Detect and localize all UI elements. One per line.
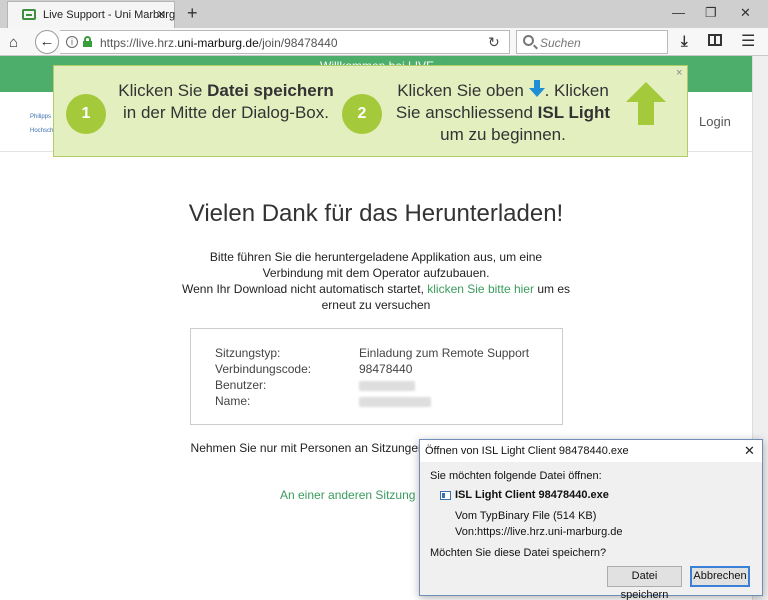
lock-icon[interactable] — [83, 36, 92, 47]
connection-code-value: 98478440 — [359, 362, 413, 376]
save-file-button[interactable]: Datei speichern — [607, 566, 682, 600]
dialog-body: Sie möchten folgende Datei öffnen: ISL L… — [420, 462, 762, 600]
dialog-filename: ISL Light Client 98478440.exe — [455, 489, 609, 501]
step-1-text: Klicken Sie Datei speichern in der Mitte… — [118, 81, 334, 122]
tab-close-icon[interactable]: × — [157, 6, 166, 23]
cancel-button[interactable]: Abbrechen — [690, 566, 750, 587]
tab-title: Live Support - Uni Marburg — [43, 9, 176, 21]
download-instructions-overlay: × 1 Klicken Sie Datei speichern in der M… — [53, 65, 688, 157]
page-title: Vielen Dank für das Herunterladen! — [188, 200, 564, 227]
menu-icon[interactable]: ☰ — [741, 31, 755, 51]
navigation-toolbar: ⌂ ← i https://live.hrz.uni-marburg.de/jo… — [0, 28, 768, 56]
dialog-close-icon[interactable]: ✕ — [744, 443, 755, 459]
new-tab-icon[interactable]: + — [187, 3, 198, 24]
home-icon[interactable]: ⌂ — [9, 34, 18, 51]
session-type-label: Sitzungstyp: — [215, 346, 281, 360]
user-value-redacted — [359, 380, 415, 394]
minimize-icon[interactable]: — — [672, 5, 685, 20]
info-icon[interactable]: i — [66, 36, 78, 48]
step-1-badge: 1 — [66, 94, 106, 134]
step-2-text: Klicken Sie oben . Klicken Sie anschlies… — [395, 80, 611, 144]
retry-download-link[interactable]: klicken Sie bitte hier — [427, 282, 534, 296]
instructions-text: Bitte führen Sie die heruntergeladene Ap… — [182, 250, 570, 312]
search-placeholder: Suchen — [540, 36, 581, 50]
name-label: Name: — [215, 394, 251, 408]
overlay-close-icon[interactable]: × — [676, 67, 682, 79]
user-label: Benutzer: — [215, 378, 267, 392]
file-type-label: Vom Typ: — [455, 510, 501, 522]
download-icon[interactable]: ⤓ — [681, 33, 688, 50]
sidebar-icon[interactable] — [708, 34, 722, 46]
download-arrow-icon — [528, 80, 545, 98]
url-text[interactable]: https://live.hrz.uni-marburg.de/join/984… — [100, 36, 338, 50]
back-button[interactable]: ← — [35, 30, 59, 54]
search-icon — [523, 35, 534, 46]
name-value-redacted — [359, 396, 431, 410]
dialog-title: Öffnen von ISL Light Client 98478440.exe — [425, 445, 629, 457]
tab-favicon-icon — [22, 9, 36, 20]
reload-icon[interactable]: ↻ — [488, 34, 500, 51]
address-bar[interactable]: i https://live.hrz.uni-marburg.de/join/9… — [60, 30, 510, 54]
restore-icon[interactable]: ❐ — [705, 5, 717, 21]
session-type-value: Einladung zum Remote Support — [359, 346, 530, 360]
up-arrow-icon — [626, 82, 666, 126]
file-source-label: Von: — [455, 526, 478, 538]
step-2-badge: 2 — [342, 94, 382, 134]
login-link[interactable]: Login — [699, 114, 731, 129]
window-close-icon[interactable]: ✕ — [740, 5, 751, 21]
file-icon — [440, 491, 451, 500]
session-info-box: Sitzungstyp: Einladung zum Remote Suppor… — [190, 328, 563, 425]
connection-code-label: Verbindungscode: — [215, 362, 312, 376]
search-input[interactable]: Suchen — [516, 30, 668, 54]
browser-tab-bar: Live Support - Uni Marburg × + — ❐ ✕ — [0, 0, 768, 28]
file-open-dialog: Öffnen von ISL Light Client 98478440.exe… — [419, 439, 763, 600]
save-question: Möchten Sie diese Datei speichern? — [430, 547, 607, 559]
dialog-question: Sie möchten folgende Datei öffnen: — [430, 470, 602, 482]
browser-tab[interactable]: Live Support - Uni Marburg × — [7, 1, 175, 28]
file-source-value: https://live.hrz.uni-marburg.de — [477, 526, 623, 538]
dialog-titlebar[interactable]: Öffnen von ISL Light Client 98478440.exe… — [420, 440, 762, 462]
file-type-value: Binary File (514 KB) — [498, 510, 597, 522]
